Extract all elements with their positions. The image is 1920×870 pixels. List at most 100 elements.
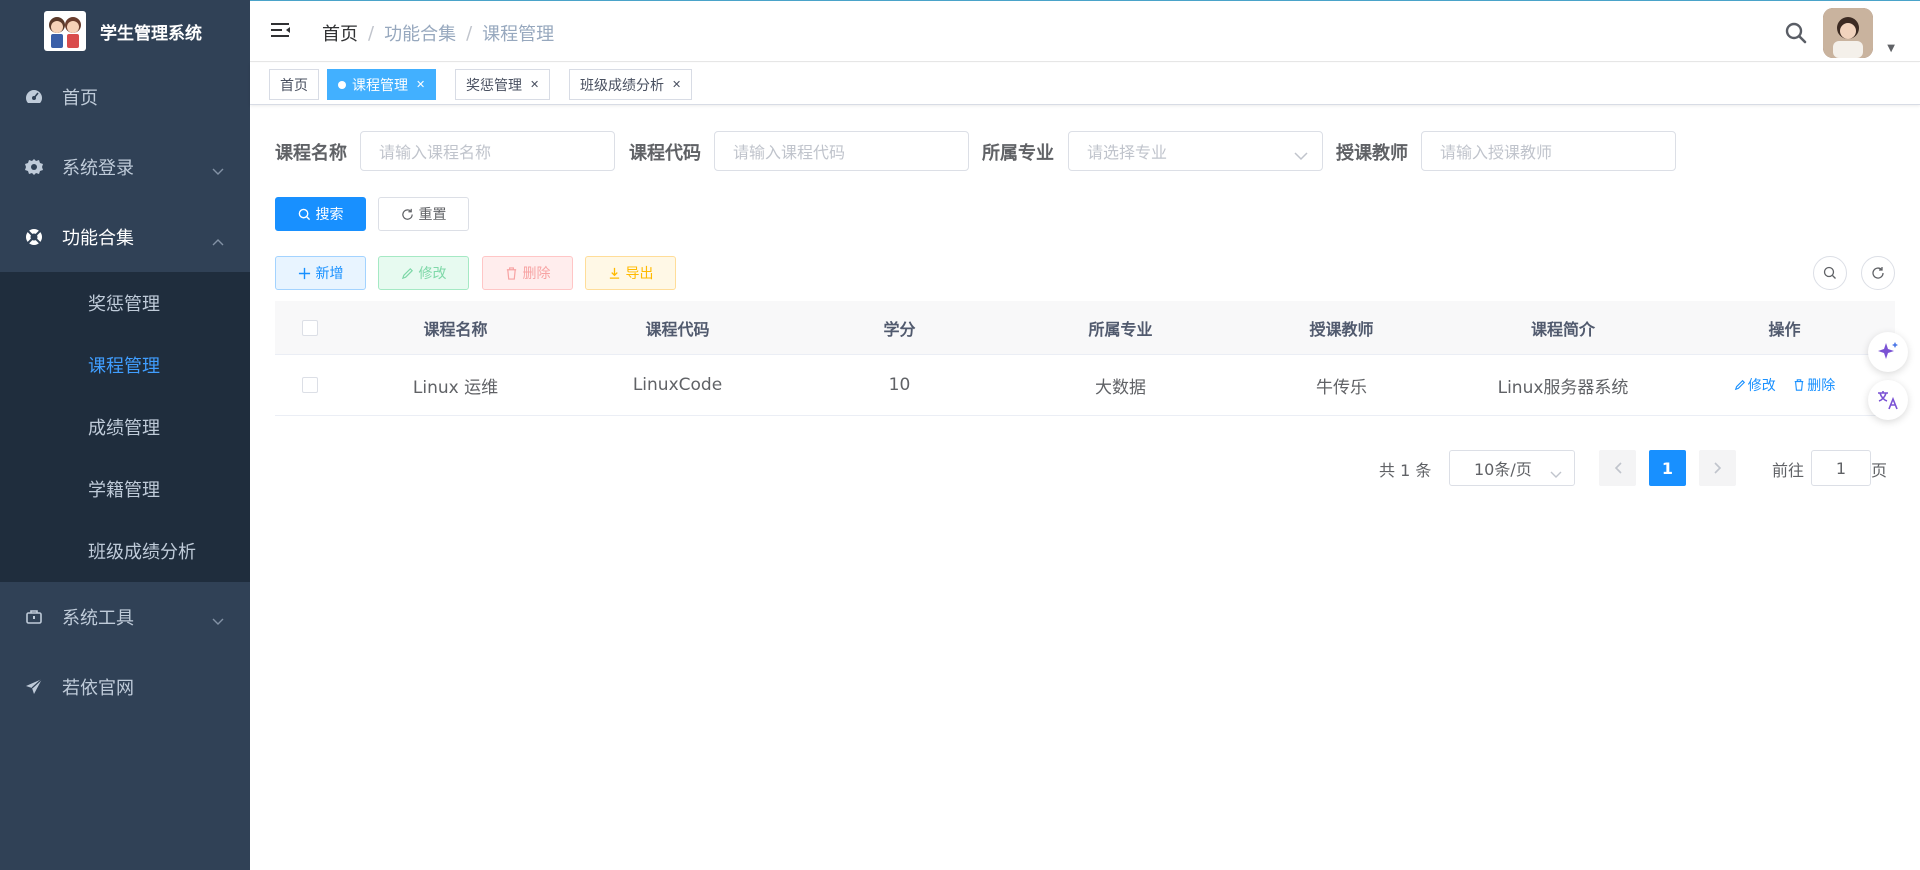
add-button[interactable]: 新增 [275,256,366,290]
row-checkbox[interactable] [302,377,318,393]
goto-label: 前往 [1772,461,1805,480]
major-select[interactable]: 请选择专业 [1068,131,1323,171]
close-icon[interactable]: ✕ [530,78,539,91]
reset-button-label: 重置 [418,207,447,223]
sidebar-item-label: 系统登录 [62,158,134,179]
page-number-current[interactable]: 1 [1649,450,1686,486]
caret-down-icon[interactable]: ▼ [1887,43,1895,54]
sidebar-item-system-tools[interactable]: 系统工具 [0,582,250,652]
export-button[interactable]: 导出 [585,256,676,290]
cell-actions: 修改 删除 [1674,375,1895,396]
avatar[interactable] [1823,8,1873,58]
translate-icon [1878,391,1898,410]
sidebar-item-home[interactable]: 首页 [0,62,250,132]
breadcrumb-item-home[interactable]: 首页 [322,20,358,46]
teacher-input[interactable]: 请输入授课教师 [1421,131,1676,171]
tag-label: 奖惩管理 [466,77,522,94]
sidebar-item-label: 功能合集 [62,228,134,249]
toolbox-icon [24,607,44,627]
chevron-down-icon [212,160,224,181]
submenu-features: 奖惩管理 课程管理 成绩管理 学籍管理 班级成绩分析 [0,272,250,582]
close-icon[interactable]: ✕ [416,78,425,91]
teacher-label: 授课教师 [1336,143,1408,164]
row-delete-label: 删除 [1807,377,1836,394]
sidebar-item-label: 系统工具 [62,608,134,629]
sidebar-item-ruoyi-site[interactable]: 若依官网 [0,652,250,722]
breadcrumb-separator: / [466,22,473,44]
delete-button[interactable]: 删除 [482,256,573,290]
translate-button[interactable] [1868,380,1908,420]
search-icon [298,208,310,220]
tag-courses[interactable]: 课程管理 ✕ [327,69,437,100]
next-page-button[interactable] [1699,450,1736,486]
close-icon[interactable]: ✕ [672,78,681,91]
cell-course-code: LinuxCode [632,375,723,395]
column-header: 学分 [883,319,916,339]
cell-credit: 10 [888,375,911,395]
select-all-checkbox[interactable] [302,319,318,336]
goto-unit: 页 [1871,461,1888,480]
cell-intro: Linux服务器系统 [1497,377,1629,398]
breadcrumb-separator: / [368,22,375,44]
prev-page-button[interactable] [1599,450,1636,486]
search-button[interactable]: 搜索 [275,197,366,231]
dashboard-icon [24,87,44,107]
cell-major: 大数据 [1095,377,1146,398]
tag-label: 班级成绩分析 [580,77,664,94]
course-code-input[interactable]: 请输入课程代码 [714,131,969,171]
logo-image [44,11,86,51]
course-name-label: 课程名称 [275,143,347,164]
column-header: 课程简介 [1530,319,1595,339]
sidebar-item-label: 若依官网 [62,678,134,699]
select-all-cell [275,319,345,336]
search-icon [1823,266,1836,279]
active-dot-icon [338,80,346,89]
refresh-icon [401,208,413,220]
page-size-value: 10条/页 [1474,460,1532,479]
tag-label: 首页 [280,77,308,94]
course-name-input[interactable]: 请输入课程名称 [360,131,615,171]
hamburger-icon[interactable] [270,19,292,45]
sidebar-item-system-login[interactable]: 系统登录 [0,132,250,202]
tag-class-analysis[interactable]: 班级成绩分析 ✕ [569,69,693,100]
pencil-icon [1734,379,1745,390]
refresh-icon [1872,267,1884,279]
add-button-label: 新增 [315,266,344,282]
sidebar-item-enrollment[interactable]: 学籍管理 [0,458,250,520]
sidebar-item-rewards[interactable]: 奖惩管理 [0,272,250,334]
sidebar-item-features[interactable]: 功能合集 [0,202,250,272]
sparkle-icon [1878,342,1898,359]
breadcrumb-item-current: 课程管理 [482,24,555,45]
sidebar-item-courses[interactable]: 课程管理 [0,334,250,396]
chevron-left-icon [1614,462,1622,474]
toggle-search-button[interactable] [1813,256,1847,290]
lifebuoy-icon [24,227,44,247]
logo[interactable]: 学生管理系统 [0,0,250,62]
ai-sparkle-button[interactable] [1868,332,1908,372]
edit-button[interactable]: 修改 [378,256,469,290]
sidebar-item-class-analysis[interactable]: 班级成绩分析 [0,520,250,582]
goto-page-input[interactable]: 1 [1811,450,1871,486]
search-icon[interactable] [1784,21,1808,49]
row-delete-link[interactable]: 删除 [1793,375,1835,395]
table-row: Linux 运维 LinuxCode 10 大数据 牛传乐 Linux服务器系统… [275,355,1895,416]
page-size-select[interactable]: 10条/页 [1449,450,1575,486]
column-header: 课程代码 [645,319,710,339]
row-edit-label: 修改 [1747,377,1776,394]
export-button-label: 导出 [625,266,654,282]
row-edit-link[interactable]: 修改 [1734,375,1776,395]
tag-rewards[interactable]: 奖惩管理 ✕ [455,69,551,100]
major-select-placeholder: 请选择专业 [1087,143,1168,162]
course-table: 课程名称 课程代码 学分 所属专业 授课教师 课程简介 操作 Linux 运维 … [275,301,1895,416]
column-header: 课程名称 [423,319,488,339]
app-title: 学生管理系统 [100,23,202,44]
pagination-total: 共 1 条 [1379,461,1432,480]
sidebar-item-grades[interactable]: 成绩管理 [0,396,250,458]
refresh-button[interactable] [1861,256,1895,290]
sidebar-item-label: 首页 [62,88,98,109]
reset-button[interactable]: 重置 [378,197,469,231]
chevron-down-icon [212,610,224,631]
table-header: 课程名称 课程代码 学分 所属专业 授课教师 课程简介 操作 [275,301,1895,355]
tag-home[interactable]: 首页 [269,69,319,100]
delete-button-label: 删除 [522,266,551,282]
